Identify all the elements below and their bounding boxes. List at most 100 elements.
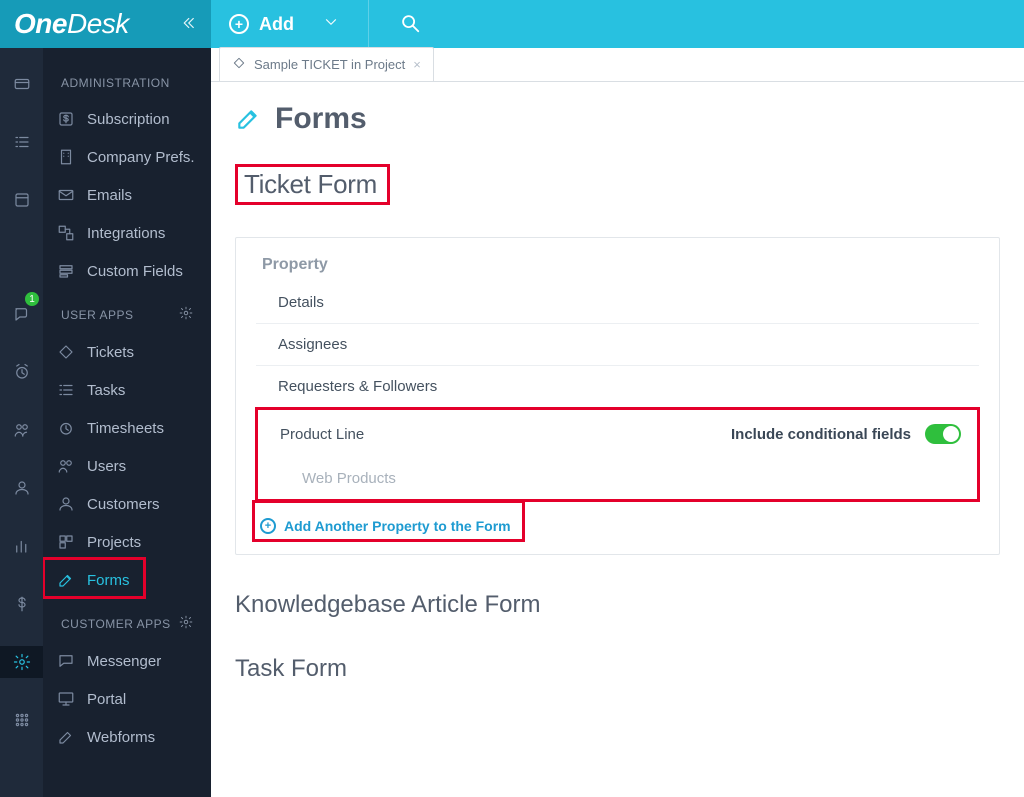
sidebar-item-label: Emails xyxy=(87,187,132,204)
clock-icon xyxy=(57,419,75,437)
iconbar-customers-icon[interactable] xyxy=(0,472,43,504)
nav-portal[interactable]: Portal xyxy=(43,680,211,718)
chat-badge: 1 xyxy=(25,292,39,306)
add-property-button[interactable]: + Add Another Property to the Form xyxy=(256,514,519,538)
nav-users[interactable]: Users xyxy=(43,447,211,485)
page-title: Forms xyxy=(235,102,1000,136)
edit-icon xyxy=(235,106,261,132)
nav-company-prefs[interactable]: Company Prefs. xyxy=(43,138,211,176)
dollar-box-icon xyxy=(57,110,75,128)
conditional-label: Include conditional fields xyxy=(731,426,911,443)
close-icon[interactable]: × xyxy=(413,57,421,72)
tab-label: Sample TICKET in Project xyxy=(254,57,405,72)
iconbar-panel-icon[interactable] xyxy=(0,184,43,216)
nav-tasks[interactable]: Tasks xyxy=(43,371,211,409)
form-config-card: Property Details Assignees Requesters & … xyxy=(235,237,1000,555)
sidebar-item-label: Forms xyxy=(87,572,130,589)
iconbar-users-icon[interactable] xyxy=(0,414,43,446)
top-header: OneDesk + Add xyxy=(0,0,1024,48)
page-body: Forms Ticket Form Property Details Assig… xyxy=(211,82,1024,797)
project-icon xyxy=(57,533,75,551)
section-ticket-form: Ticket Form xyxy=(244,169,377,200)
nav-integrations[interactable]: Integrations xyxy=(43,214,211,252)
property-row[interactable]: Requesters & Followers xyxy=(256,366,979,408)
sidebar-section-admin: ADMINISTRATION xyxy=(43,60,211,100)
nav-messenger[interactable]: Messenger xyxy=(43,642,211,680)
property-row[interactable]: Assignees xyxy=(256,324,979,366)
property-label: Product Line xyxy=(280,426,364,443)
sidebar-item-label: Customers xyxy=(87,496,160,513)
nav-timesheets[interactable]: Timesheets xyxy=(43,409,211,447)
sidebar-item-label: Webforms xyxy=(87,729,155,746)
sidebar-item-label: Custom Fields xyxy=(87,263,183,280)
iconbar-tickets-icon[interactable] xyxy=(0,68,43,100)
gear-icon[interactable] xyxy=(179,306,193,323)
conditional-toggle[interactable] xyxy=(925,424,961,444)
annotation-highlight: Ticket Form xyxy=(235,164,390,205)
monitor-icon xyxy=(57,690,75,708)
section-kb-form: Knowledgebase Article Form xyxy=(235,591,1000,619)
mail-icon xyxy=(57,186,75,204)
customers-icon xyxy=(57,495,75,513)
nav-tickets[interactable]: Tickets xyxy=(43,333,211,371)
building-icon xyxy=(57,148,75,166)
property-row[interactable]: Details xyxy=(256,282,979,324)
forms-icon xyxy=(57,571,75,589)
iconbar-analytics-icon[interactable] xyxy=(0,530,43,562)
collapse-sidebar-button[interactable] xyxy=(179,14,197,35)
property-row-product-line[interactable]: Product Line Include conditional fields xyxy=(258,410,977,458)
iconbar-clock-icon[interactable] xyxy=(0,356,43,388)
property-row-sub[interactable]: Web Products xyxy=(258,458,977,499)
property-list: Details Assignees Requesters & Followers… xyxy=(256,282,979,502)
nav-emails[interactable]: Emails xyxy=(43,176,211,214)
content-area: Sample TICKET in Project × Forms Ticket … xyxy=(211,48,1024,797)
sidebar-item-label: Subscription xyxy=(87,111,170,128)
nav-customers[interactable]: Customers xyxy=(43,485,211,523)
tab-sample-ticket[interactable]: Sample TICKET in Project × xyxy=(219,47,434,81)
iconbar-settings-icon[interactable] xyxy=(0,646,43,678)
add-button[interactable]: + Add xyxy=(211,0,368,48)
sidebar-item-label: Users xyxy=(87,458,126,475)
nav-custom-fields[interactable]: Custom Fields xyxy=(43,252,211,290)
fields-icon xyxy=(57,262,75,280)
add-property-label: Add Another Property to the Form xyxy=(284,518,511,534)
iconbar-billing-icon[interactable] xyxy=(0,588,43,620)
annotation-highlight: Product Line Include conditional fields … xyxy=(255,407,980,502)
iconbar-apps-icon[interactable] xyxy=(0,704,43,736)
nav-projects[interactable]: Projects xyxy=(43,523,211,561)
webform-icon xyxy=(57,728,75,746)
ticket-icon xyxy=(57,343,75,361)
iconbar: 1 xyxy=(0,48,43,797)
property-column-header: Property xyxy=(256,256,979,274)
section-task-form: Task Form xyxy=(235,655,1000,683)
nav-subscription[interactable]: Subscription xyxy=(43,100,211,138)
sidebar-item-label: Timesheets xyxy=(87,420,164,437)
pin-icon xyxy=(232,56,246,73)
plus-icon: + xyxy=(260,518,276,534)
sidebar-section-user: USER APPS xyxy=(43,290,211,333)
chevron-down-icon xyxy=(322,13,340,36)
sidebar: ADMINISTRATION Subscription Company Pref… xyxy=(43,48,211,797)
sidebar-item-label: Integrations xyxy=(87,225,165,242)
divider xyxy=(368,0,369,48)
sidebar-item-label: Company Prefs. xyxy=(87,149,195,166)
nav-webforms[interactable]: Webforms xyxy=(43,718,211,756)
sidebar-item-label: Messenger xyxy=(87,653,161,670)
sidebar-item-label: Projects xyxy=(87,534,141,551)
add-label: Add xyxy=(259,14,294,35)
gear-icon[interactable] xyxy=(179,615,193,632)
sidebar-section-customer: CUSTOMER APPS xyxy=(43,599,211,642)
brand-logo: OneDesk xyxy=(14,8,129,40)
plus-icon: + xyxy=(229,14,249,34)
nav-forms[interactable]: Forms xyxy=(43,561,211,599)
iconbar-tasks-icon[interactable] xyxy=(0,126,43,158)
chat-icon xyxy=(57,652,75,670)
sidebar-item-label: Tasks xyxy=(87,382,125,399)
integration-icon xyxy=(57,224,75,242)
search-button[interactable] xyxy=(399,12,421,37)
users-icon xyxy=(57,457,75,475)
checklist-icon xyxy=(57,381,75,399)
iconbar-chat-icon[interactable]: 1 xyxy=(0,298,43,330)
brand-area: OneDesk xyxy=(0,0,211,48)
tabstrip: Sample TICKET in Project × xyxy=(211,48,1024,82)
